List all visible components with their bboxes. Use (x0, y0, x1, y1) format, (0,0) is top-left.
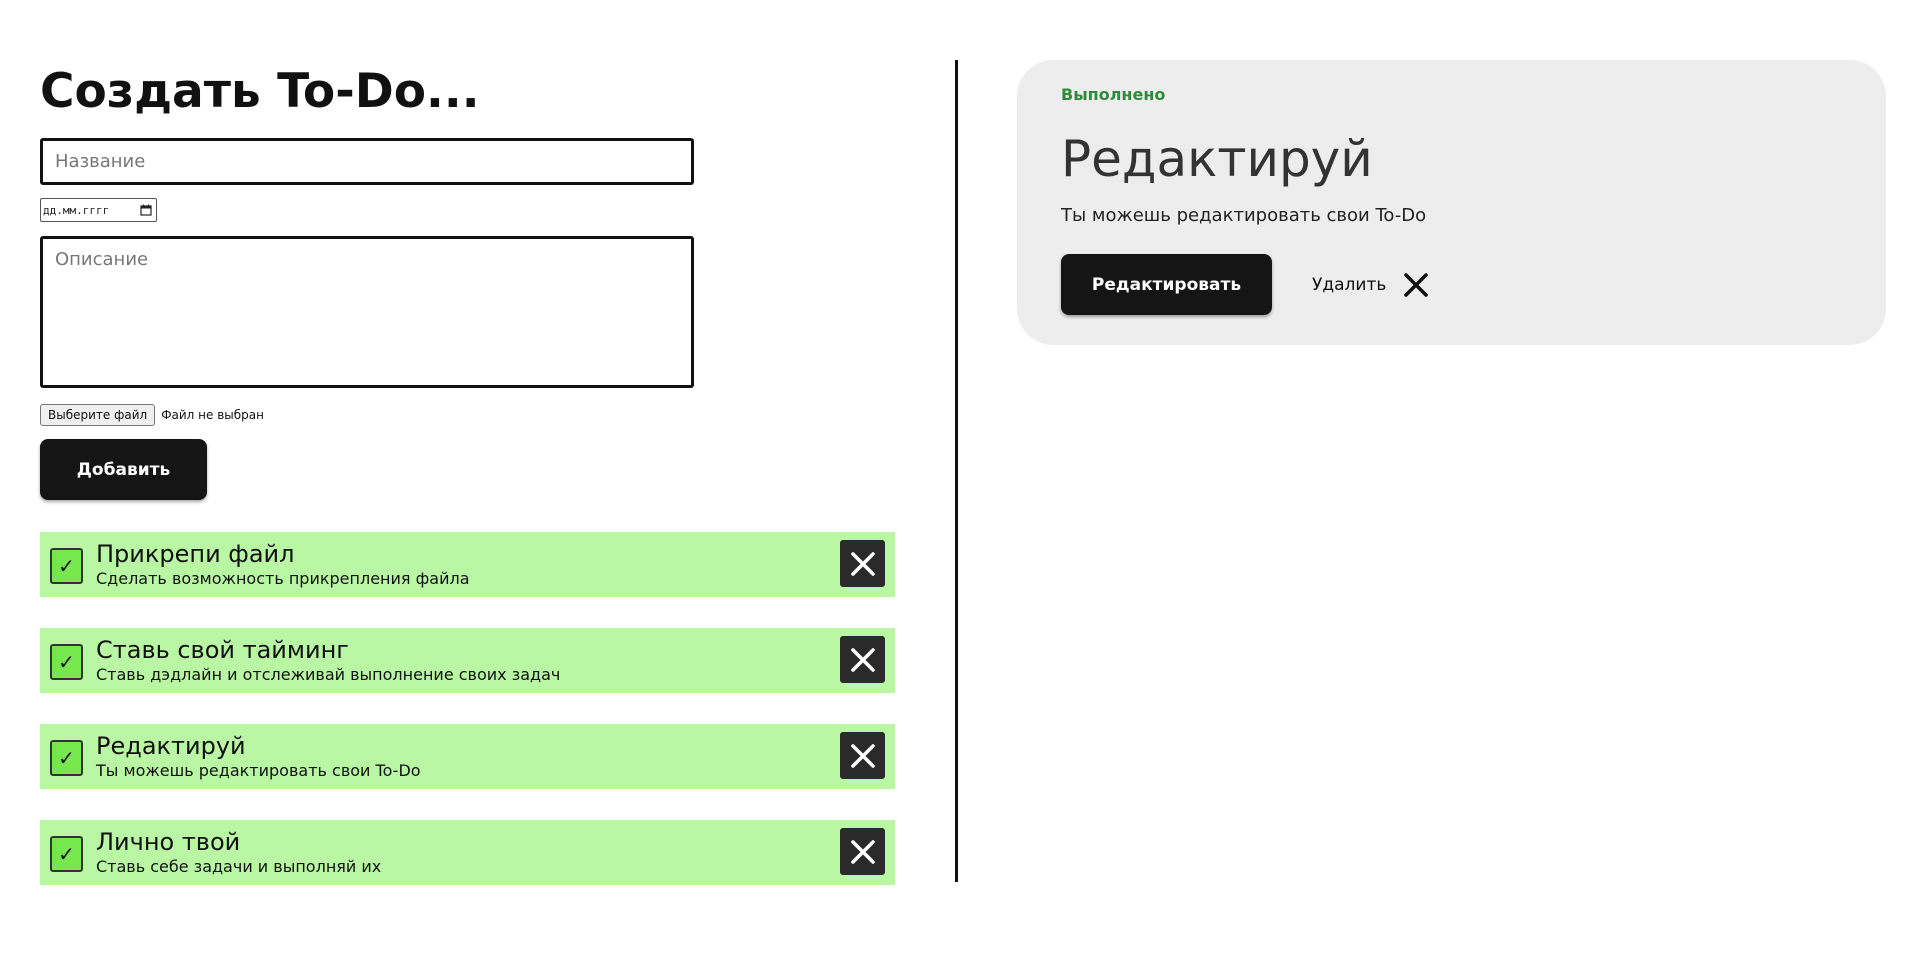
date-placeholder: дд.мм.гггг (43, 203, 110, 217)
choose-file-button[interactable]: Выберите файл (40, 404, 156, 426)
todo-item[interactable]: ✓ Редактируй Ты можешь редактировать сво… (40, 724, 895, 789)
todo-item[interactable]: ✓ Ставь свой тайминг Ставь дэдлайн и отс… (40, 628, 895, 693)
todo-title: Ставь свой тайминг (96, 636, 349, 664)
file-picker: Выберите файл Файл не выбран (40, 404, 895, 426)
checkmark-icon[interactable]: ✓ (50, 644, 83, 680)
todo-description: Сделать возможность прикрепления файла (96, 569, 470, 588)
delete-button[interactable]: Удалить (1312, 271, 1430, 299)
checkmark-icon[interactable]: ✓ (50, 740, 83, 776)
todo-list: ✓ Прикрепи файл Сделать возможность прик… (40, 532, 895, 916)
page-title: Создать To-Do... (40, 64, 480, 119)
detail-title: Редактируй (1061, 130, 1373, 188)
todo-item[interactable]: ✓ Прикрепи файл Сделать возможность прик… (40, 532, 895, 597)
close-icon[interactable] (840, 636, 885, 683)
detail-actions: Редактировать Удалить (1061, 254, 1842, 315)
close-icon[interactable] (840, 540, 885, 587)
todo-item[interactable]: ✓ Лично твой Ставь себе задачи и выполня… (40, 820, 895, 885)
create-todo-panel: Создать To-Do... дд.мм.гггг Выберите фай… (40, 60, 895, 885)
detail-description: Ты можешь редактировать свои To-Do (1061, 205, 1427, 226)
delete-label: Удалить (1312, 274, 1387, 295)
todo-text: Лично твой Ставь себе задачи и выполняй … (96, 827, 825, 877)
todo-detail-card: Выполнено Редактируй Ты можешь редактиро… (1017, 60, 1886, 345)
todo-text: Редактируй Ты можешь редактировать свои … (96, 731, 825, 781)
todo-text: Прикрепи файл Сделать возможность прикре… (96, 539, 825, 589)
edit-button[interactable]: Редактировать (1061, 254, 1272, 315)
status-badge: Выполнено (1061, 85, 1166, 104)
todo-title: Лично твой (96, 828, 241, 856)
column-divider (955, 60, 958, 882)
close-icon[interactable] (840, 828, 885, 875)
todo-description-input[interactable] (40, 236, 694, 388)
close-icon[interactable] (1402, 271, 1430, 299)
calendar-icon[interactable] (140, 204, 152, 216)
todo-name-input[interactable] (40, 138, 694, 185)
close-icon[interactable] (840, 732, 885, 779)
app-page: Создать To-Do... дд.мм.гггг Выберите фай… (0, 0, 1920, 979)
todo-title: Редактируй (96, 732, 246, 760)
checkmark-icon[interactable]: ✓ (50, 836, 83, 872)
checkmark-icon[interactable]: ✓ (50, 548, 83, 584)
deadline-date-input[interactable]: дд.мм.гггг (40, 198, 157, 222)
add-todo-button[interactable]: Добавить (40, 439, 207, 500)
todo-description: Ты можешь редактировать свои To-Do (96, 761, 421, 780)
todo-title: Прикрепи файл (96, 540, 295, 568)
todo-description: Ставь дэдлайн и отслеживай выполнение св… (96, 665, 561, 684)
todo-text: Ставь свой тайминг Ставь дэдлайн и отсле… (96, 635, 825, 685)
file-status-text: Файл не выбран (161, 408, 264, 422)
todo-description: Ставь себе задачи и выполняй их (96, 857, 382, 876)
